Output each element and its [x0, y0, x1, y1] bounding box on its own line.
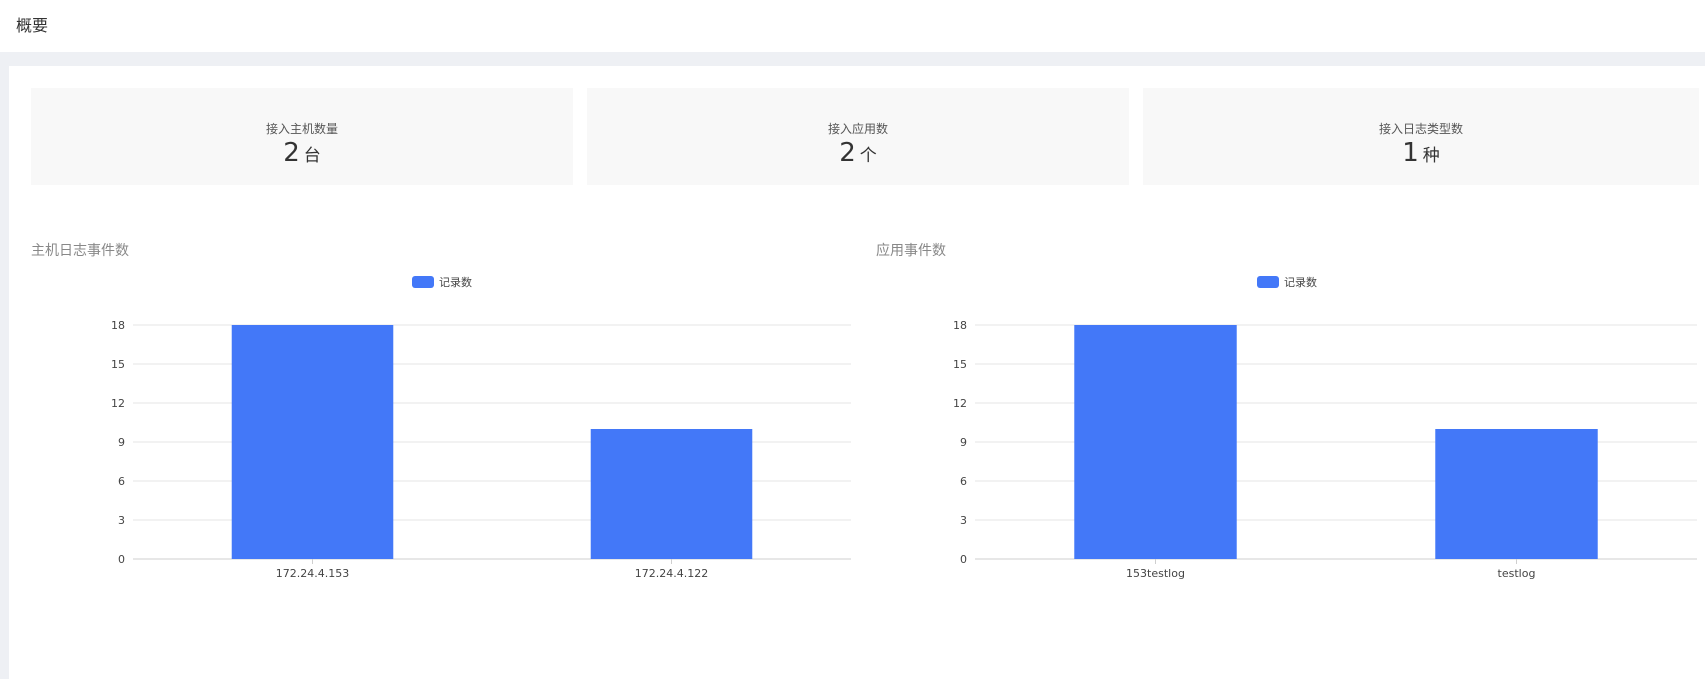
legend[interactable]: 记录数	[412, 276, 472, 289]
top-gutter	[0, 52, 1705, 66]
stat-label: 接入主机数量	[265, 122, 338, 136]
legend-label: 记录数	[1284, 276, 1317, 289]
stat-card-log-types: 接入日志类型数 1种	[1143, 88, 1699, 185]
stat-value-line: 2台	[31, 138, 573, 171]
stat-label: 接入应用数	[827, 122, 888, 136]
x-tick-label: testlog	[1498, 567, 1536, 580]
legend-swatch	[1257, 276, 1279, 288]
chart-title-app-events: 应用事件数	[876, 243, 946, 259]
legend-label: 记录数	[439, 276, 472, 289]
stat-card-hosts: 接入主机数量 2台	[31, 88, 573, 185]
y-tick-label: 18	[111, 319, 125, 332]
bar[interactable]	[231, 325, 394, 559]
stat-unit: 台	[303, 146, 321, 166]
y-tick-label: 12	[953, 397, 967, 410]
y-tick-label: 0	[118, 553, 125, 566]
stat-value: 1	[1402, 138, 1419, 168]
stat-card-apps: 接入应用数 2个	[587, 88, 1129, 185]
legend-swatch	[412, 276, 434, 288]
host-events-bar-chart: 记录数 0 3 6 9 12 15 18 172.24.4.153 172.24.4.122	[111, 276, 851, 580]
y-tick-label: 6	[118, 475, 125, 488]
y-tick-label: 6	[960, 475, 967, 488]
bar[interactable]	[590, 429, 753, 559]
stat-value: 2	[283, 138, 300, 168]
y-tick-label: 12	[111, 397, 125, 410]
stat-unit: 种	[1422, 146, 1440, 166]
stat-value: 2	[839, 138, 856, 168]
stat-value-line: 2个	[587, 138, 1129, 171]
x-tick-label: 153testlog	[1126, 567, 1185, 580]
x-tick-label: 172.24.4.122	[635, 567, 708, 580]
stat-unit: 个	[859, 146, 877, 166]
legend[interactable]: 记录数	[1257, 276, 1317, 289]
y-tick-label: 9	[118, 436, 125, 449]
top-bar: 概要	[0, 0, 1705, 52]
y-tick-label: 18	[953, 319, 967, 332]
y-tick-label: 3	[960, 514, 967, 527]
y-tick-label: 15	[111, 358, 125, 371]
app-events-bar-chart: 记录数 0 3 6 9 12 15 18 153testlog testlog	[953, 276, 1697, 580]
bar[interactable]	[1074, 325, 1237, 559]
y-tick-label: 9	[960, 436, 967, 449]
y-tick-label: 3	[118, 514, 125, 527]
chart-title-host-events: 主机日志事件数	[31, 243, 129, 259]
y-tick-label: 15	[953, 358, 967, 371]
bar[interactable]	[1435, 429, 1598, 559]
stat-label: 接入日志类型数	[1378, 122, 1463, 136]
page-title: 概要	[16, 16, 49, 35]
x-tick-label: 172.24.4.153	[276, 567, 349, 580]
y-tick-label: 0	[960, 553, 967, 566]
stat-value-line: 1种	[1143, 138, 1699, 171]
